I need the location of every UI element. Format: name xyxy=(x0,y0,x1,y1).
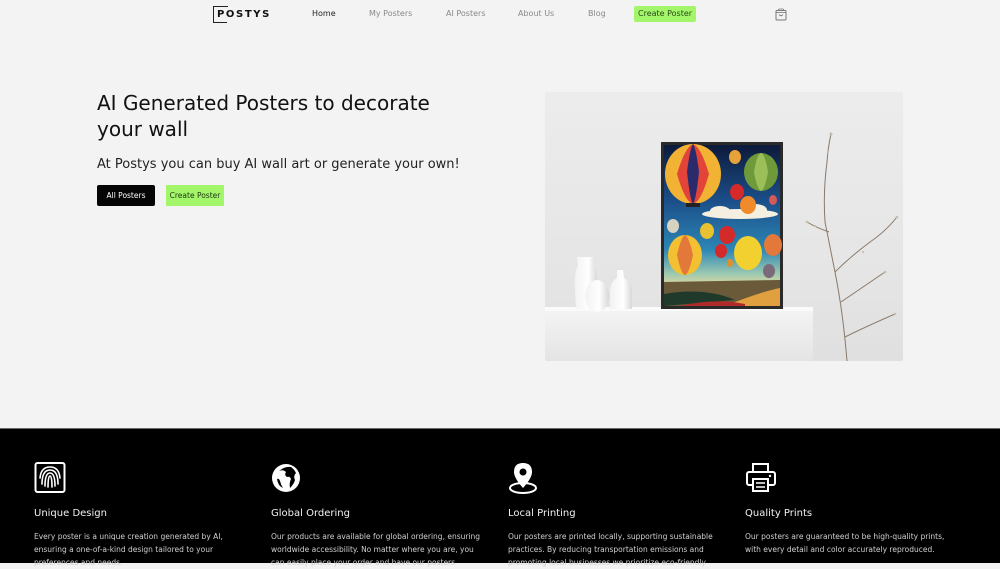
feature-title: Local Printing xyxy=(508,508,576,519)
features-section: Unique Design Every poster is a unique c… xyxy=(0,428,1000,567)
vase-egg xyxy=(585,280,609,312)
globe-icon xyxy=(272,464,300,492)
map-pin-icon xyxy=(509,463,537,494)
printer-icon xyxy=(746,463,776,492)
nav-link-home[interactable]: Home xyxy=(312,9,336,18)
feature-description: Our products are available for global or… xyxy=(271,532,481,567)
logo[interactable]: POSTYS xyxy=(213,5,269,23)
feature-title: Unique Design xyxy=(34,508,107,519)
nav-link-blog[interactable]: Blog xyxy=(588,9,606,18)
feature-title: Quality Prints xyxy=(745,508,813,519)
feature-title: Global Ordering xyxy=(271,508,350,519)
all-posters-button[interactable]: All Posters xyxy=(97,185,155,206)
vase-bottle xyxy=(610,270,632,309)
nav-link-my-posters[interactable]: My Posters xyxy=(369,9,412,18)
hero-subtitle: At Postys you can buy AI wall art or gen… xyxy=(97,157,460,172)
top-navigation: POSTYS Home My Posters AI Posters About … xyxy=(0,0,1000,30)
create-poster-button[interactable]: Create Poster xyxy=(166,185,224,206)
feature-description: Our posters are guaranteed to be high-qu… xyxy=(745,532,945,554)
nav-link-about-us[interactable]: About Us xyxy=(518,9,554,18)
feature-description: Every poster is a unique creation genera… xyxy=(34,532,223,567)
hero-title: AI Generated Posters to decorate your wa… xyxy=(97,91,430,141)
shopping-bag-icon[interactable] xyxy=(775,8,787,21)
branch xyxy=(806,133,898,361)
poster-scene-illustration xyxy=(545,132,899,361)
logo-text: POSTYS xyxy=(217,9,271,20)
shelf xyxy=(545,309,813,361)
fingerprint-icon xyxy=(34,462,66,493)
nav-link-ai-posters[interactable]: AI Posters xyxy=(446,9,486,18)
nav-create-poster-button[interactable]: Create Poster xyxy=(634,6,697,22)
feature-description: Our posters are printed locally, support… xyxy=(508,532,713,567)
hero-image xyxy=(545,92,903,361)
balloon-green xyxy=(744,153,778,191)
balloon-yellow-left xyxy=(668,235,702,275)
